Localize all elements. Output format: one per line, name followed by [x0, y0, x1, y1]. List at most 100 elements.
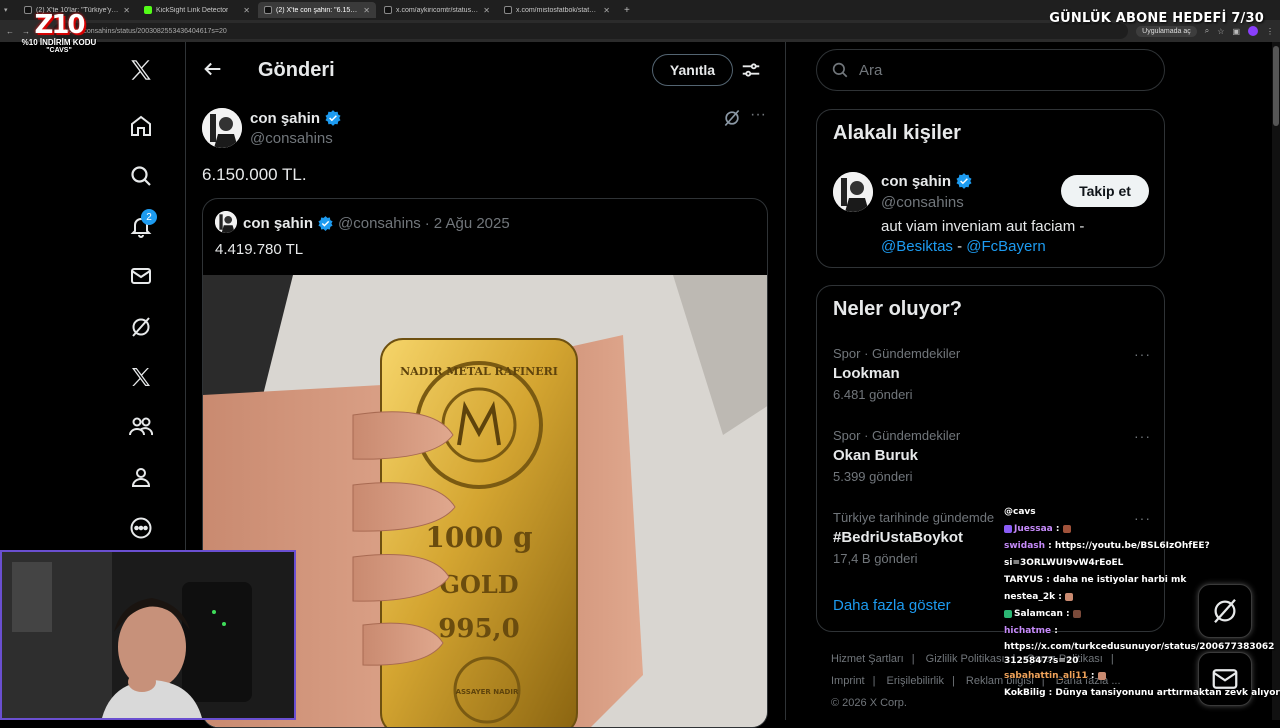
browser-menu-icon[interactable]: ⋮ [1266, 27, 1274, 36]
trend-more-options-icon[interactable]: ··· [1134, 428, 1151, 444]
post-text: 6.150.000 TL. [202, 165, 307, 184]
grok-icon[interactable] [128, 314, 154, 340]
suggested-user-name[interactable]: con şahin [881, 172, 973, 190]
sponsor-logo: Z10 %10 İNDİRİM KODU "CAVS" [16, 12, 102, 55]
kicksight-favicon-icon [144, 6, 152, 14]
premium-x-icon[interactable] [128, 364, 154, 390]
page-title: Gönderi [258, 59, 335, 81]
quote-header: con şahin @consahins · 2 Ağu 2025 [243, 215, 510, 232]
reply-button[interactable]: Yanıtla [652, 54, 733, 86]
close-tab-icon[interactable]: ✕ [123, 6, 130, 15]
back-nav-icon[interactable]: ← [6, 27, 14, 36]
author-name[interactable]: con şahin [250, 109, 342, 127]
quote-author-name: con şahin [243, 215, 314, 232]
back-arrow-icon[interactable] [202, 58, 224, 80]
close-tab-icon[interactable]: ✕ [363, 6, 370, 15]
bio-link-besiktas[interactable]: @Besiktas [881, 238, 953, 255]
browser-tab[interactable]: x.com/mistosfatbok/status/200...✕ [498, 2, 616, 18]
browser-tab[interactable]: KickSight Link Detector ✕ [138, 2, 256, 18]
profile-icon[interactable] [1248, 26, 1258, 36]
home-icon[interactable] [128, 113, 154, 139]
chat-message: TARYUS : daha ne istiyolar harbi mk [1004, 575, 1187, 585]
zoom-icon[interactable]: ⌕ [1205, 26, 1209, 36]
subscriber-badge-icon [1004, 524, 1012, 533]
close-tab-icon[interactable]: ✕ [603, 6, 610, 15]
footer-link-imprint[interactable]: Imprint [831, 675, 865, 687]
open-in-app-button[interactable]: Uygulamada aç [1136, 25, 1197, 37]
emote-icon [1097, 671, 1106, 680]
search-input[interactable] [859, 61, 1139, 79]
bar-assayer-text: ASSAYER NADIR [456, 688, 519, 696]
footer-link-accessibility[interactable]: Erişilebilirlik [887, 675, 944, 687]
messages-envelope-icon[interactable] [128, 263, 154, 289]
extensions-icon[interactable]: ▣ [1232, 27, 1240, 36]
emote-icon [1064, 592, 1073, 601]
bio-link-fcbayern[interactable]: @FcBayern [966, 238, 1045, 255]
profile-person-icon[interactable] [128, 464, 154, 490]
trend-more-options-icon[interactable]: ··· [1134, 346, 1151, 362]
verified-badge-icon [325, 110, 341, 126]
close-tab-icon[interactable]: ✕ [243, 6, 250, 15]
stream-chat-overlay: @cavs Juessaa : swidash : https://youtu.… [1004, 504, 1280, 702]
emote-icon [1062, 524, 1071, 533]
bar-metal-text: GOLD [439, 570, 518, 599]
chat-message: sabahattin_ali11 : [1004, 668, 1280, 685]
reader-settings-icon[interactable] [740, 59, 762, 81]
chat-message-continued: https://x.com/turkcedusunuyor/status/200… [1004, 642, 1275, 666]
suggested-user-avatar[interactable] [833, 172, 873, 212]
chat-message: nestea_2k : [1004, 589, 1280, 606]
verified-badge-icon [318, 216, 333, 231]
quote-separator: · [424, 215, 430, 232]
trend-item[interactable]: Spor · Gündemdekiler Okan Buruk 5.399 gö… [833, 428, 1151, 484]
chat-message: Salamcan : [1004, 606, 1280, 623]
trends-title: Neler oluyor? [833, 298, 962, 320]
discount-code: "CAVS" [46, 47, 72, 54]
scrollbar-thumb[interactable] [1273, 46, 1279, 126]
grok-explain-icon[interactable] [722, 108, 742, 128]
chat-message: Juessaa : [1004, 521, 1280, 538]
daily-sub-goal: GÜNLÜK ABONE HEDEFİ 7/30 [1049, 11, 1264, 26]
tab-menu-icon[interactable]: ▾ [4, 6, 16, 14]
new-tab-icon[interactable]: + [618, 5, 636, 16]
browser-tab[interactable]: x.com/aykiricomtr/status/2007...✕ [378, 2, 496, 18]
x-favicon-icon [504, 6, 512, 14]
quote-author-avatar [215, 211, 237, 233]
suggested-user-bio: aut viam inveniam aut faciam - @Besiktas… [881, 218, 1085, 255]
footer-link-terms[interactable]: Hizmet Şartları [831, 653, 904, 665]
bookmark-star-icon[interactable]: ☆ [1217, 27, 1224, 36]
more-options-circle-icon[interactable] [128, 515, 154, 541]
communities-icon[interactable] [128, 414, 154, 440]
explore-search-icon[interactable] [128, 163, 154, 189]
relevant-people-title: Alakalı kişiler [833, 122, 961, 144]
author-avatar[interactable] [202, 108, 242, 148]
trend-item[interactable]: Spor · Gündemdekiler Lookman 6.481 gönde… [833, 346, 1151, 402]
x-logo-icon[interactable] [128, 57, 154, 83]
footer-link-privacy[interactable]: Gizlilik Politikası [926, 653, 1005, 665]
follow-button[interactable]: Takip et [1061, 175, 1149, 207]
subscriber-badge-icon [1004, 609, 1012, 618]
suggested-user-handle[interactable]: @consahins [881, 194, 964, 211]
quote-text: 4.419.780 TL [215, 241, 304, 258]
relevant-people-card: Alakalı kişiler con şahin @consahins Tak… [816, 109, 1165, 268]
chat-message: swidash : https://youtu.be/BSL6IzOhfEE? [1004, 541, 1210, 551]
sponsor-logo-mark: Z10 [34, 10, 85, 40]
bar-purity-text: 995,0 [438, 614, 519, 644]
chat-message: @cavs [1004, 507, 1036, 517]
chat-message: hichatme : [1004, 626, 1058, 636]
author-handle[interactable]: @consahins [250, 130, 333, 147]
close-tab-icon[interactable]: ✕ [483, 6, 490, 15]
chat-message: KokBilig : Dünya tansiyonunu arttırmakta… [1004, 688, 1280, 698]
bar-brand-text: NADIR METAL RAFINERI [400, 365, 558, 378]
discount-code-label: %10 İNDİRİM KODU [21, 38, 97, 47]
emote-icon [1072, 609, 1081, 618]
x-favicon-icon [384, 6, 392, 14]
browser-tab-active[interactable]: (2) X'te con şahin: "6.150.000 TL"✕ [258, 2, 376, 18]
x-favicon-icon [264, 6, 272, 14]
url-field[interactable]: x.com/consahins/status/20030825534364046… [52, 23, 1129, 39]
post-more-options-icon[interactable]: ··· [750, 107, 770, 128]
quote-date: 2 Ağu 2025 [433, 215, 510, 232]
notification-count-badge: 2 [141, 209, 157, 225]
streamer-webcam [0, 550, 296, 720]
show-more-link[interactable]: Daha fazla göster [833, 597, 951, 614]
search-box[interactable] [816, 49, 1165, 91]
